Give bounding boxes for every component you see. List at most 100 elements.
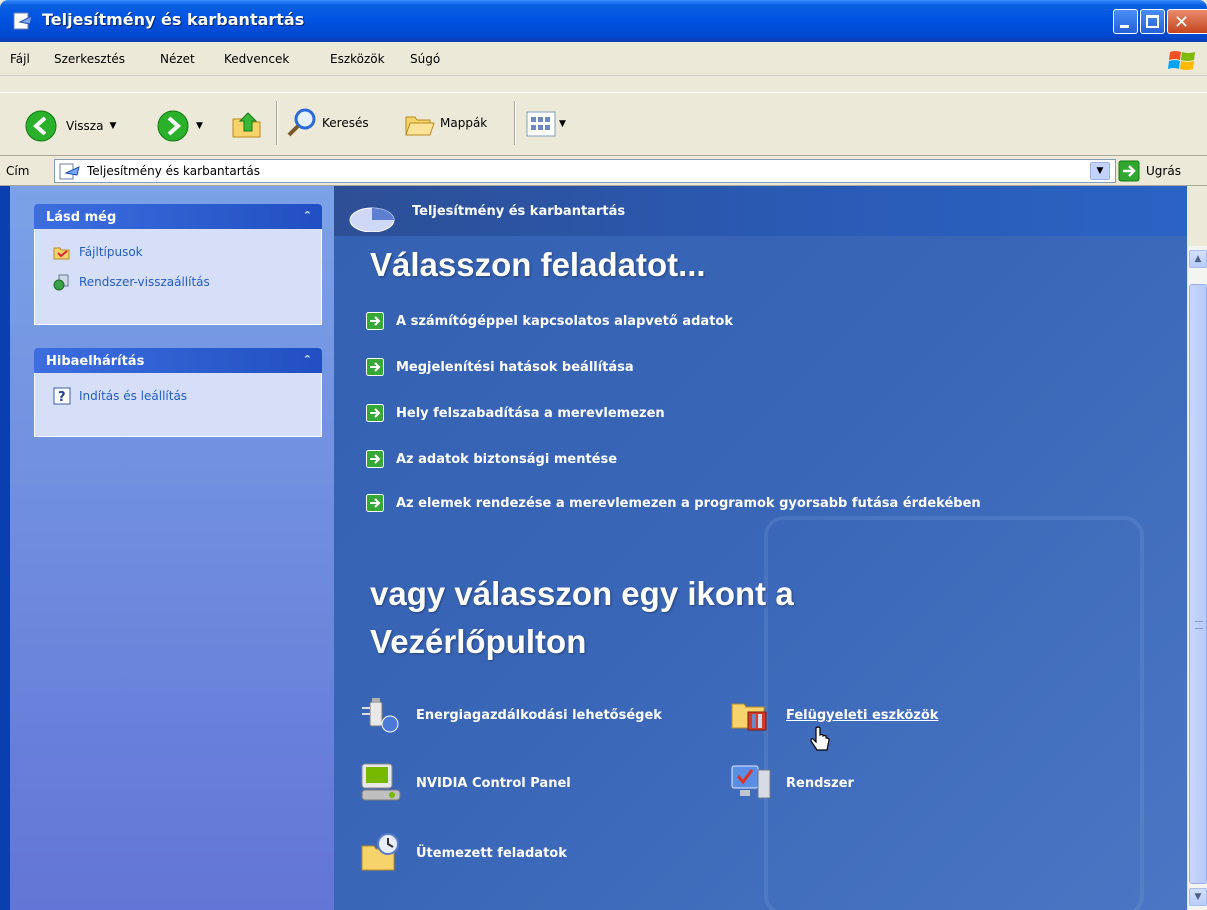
hand-cursor-icon	[810, 726, 830, 751]
go-button[interactable]: Ugrás	[1118, 160, 1181, 182]
windows-logo-icon	[1168, 51, 1195, 70]
menu-favorites[interactable]: Kedvencek	[224, 52, 289, 66]
forward-arrow-icon	[157, 110, 189, 142]
cp-scheduled-tasks[interactable]: Ütemezett feladatok	[360, 832, 567, 874]
system-icon	[731, 765, 771, 799]
see-also-panel: Lásd még ⌃ Fájltípusok Rendszer-visszaál…	[34, 204, 322, 325]
title-bar[interactable]: Teljesítmény és karbantartás ✕	[0, 0, 1207, 42]
back-label: Vissza	[66, 119, 104, 133]
troubleshooting-header[interactable]: Hibaelhárítás ⌃	[34, 348, 322, 373]
cp-label: Felügyeleti eszközök	[786, 707, 939, 723]
cp-power-options[interactable]: Energiagazdálkodási lehetőségek	[360, 694, 662, 736]
forward-button[interactable]: ▼	[156, 109, 203, 143]
task-link-free-space[interactable]: Hely felszabadítása a merevlemezen	[366, 404, 665, 422]
menu-view[interactable]: Nézet	[160, 52, 195, 66]
cp-system[interactable]: Rendszer	[730, 762, 854, 804]
pick-icon-heading: vagy válasszon egy ikont a Vezérlőpulton	[370, 575, 794, 660]
task-link-backup[interactable]: Az adatok biztonsági mentése	[366, 450, 617, 468]
address-value: Teljesítmény és karbantartás	[87, 164, 260, 178]
back-arrow-icon	[25, 110, 57, 142]
go-arrow-icon	[1118, 160, 1140, 182]
menu-bar: Fájl Szerkesztés Nézet Kedvencek Eszközö…	[0, 42, 1207, 76]
views-dropdown-icon[interactable]: ▼	[559, 119, 566, 129]
link-system-restore[interactable]: Rendszer-visszaállítás	[53, 273, 210, 291]
close-button[interactable]: ✕	[1167, 9, 1207, 34]
address-bar: Cím Teljesítmény és karbantartás ▼ Ugrás	[0, 156, 1207, 186]
cp-label: Rendszer	[786, 775, 854, 791]
svg-text:?: ?	[58, 390, 66, 405]
close-icon: ✕	[1174, 12, 1190, 33]
toolbar: Vissza ▼ ▼ Keresés Mappák ▼	[0, 92, 1207, 156]
views-icon	[526, 111, 556, 137]
folders-label: Mappák	[440, 116, 488, 130]
cp-admin-tools[interactable]: Felügyeleti eszközök	[730, 694, 938, 736]
power-options-icon	[362, 698, 399, 733]
cp-label: Energiagazdálkodási lehetőségek	[416, 707, 662, 723]
control-panel-small-icon	[59, 163, 80, 180]
window-title: Teljesítmény és karbantartás	[42, 10, 305, 29]
cp-nvidia[interactable]: NVIDIA Control Panel	[360, 762, 571, 804]
folders-icon	[405, 116, 435, 136]
scroll-up-icon[interactable]: ▲	[1189, 250, 1207, 268]
task-label: Megjelenítési hatások beállítása	[396, 359, 634, 375]
see-also-header[interactable]: Lásd még ⌃	[34, 204, 322, 229]
vertical-scrollbar[interactable]: ▲ ▼	[1187, 246, 1207, 910]
pick-task-heading: Válasszon feladatot...	[370, 246, 706, 283]
address-dropdown-icon[interactable]: ▼	[1090, 162, 1110, 180]
menu-help[interactable]: Súgó	[410, 52, 440, 66]
scroll-down-icon[interactable]: ▼	[1189, 888, 1207, 906]
task-arrow-icon	[366, 358, 384, 376]
folders-button[interactable]: Mappák	[404, 107, 487, 139]
menu-edit[interactable]: Szerkesztés	[54, 52, 125, 66]
address-field[interactable]: Teljesítmény és karbantartás	[54, 159, 1116, 183]
main-content: Teljesítmény és karbantartás Válasszon f…	[334, 186, 1187, 910]
task-link-computer-info[interactable]: A számítógéppel kapcsolatos alapvető ada…	[366, 312, 733, 330]
troubleshooting-panel: Hibaelhárítás ⌃ ? Indítás és leállítás	[34, 348, 322, 437]
task-label: Az elemek rendezése a merevlemezen a pro…	[396, 495, 981, 511]
back-button[interactable]: Vissza ▼	[24, 109, 116, 143]
back-dropdown-icon[interactable]: ▼	[109, 121, 116, 131]
file-types-label: Fájltípusok	[79, 245, 143, 259]
task-label: Hely felszabadítása a merevlemezen	[396, 405, 665, 421]
collapse-chevron-icon[interactable]: ⌃	[303, 353, 312, 366]
search-icon	[287, 108, 316, 137]
task-arrow-icon	[366, 494, 384, 512]
task-label: A számítógéppel kapcsolatos alapvető ada…	[396, 313, 733, 329]
task-label: Az adatok biztonsági mentése	[396, 451, 618, 467]
system-restore-icon	[53, 274, 69, 291]
up-folder-button[interactable]	[230, 107, 264, 141]
go-label: Ugrás	[1146, 164, 1181, 178]
menu-file[interactable]: Fájl	[10, 52, 30, 66]
task-link-visual-effects[interactable]: Megjelenítési hatások beállítása	[366, 358, 634, 376]
task-arrow-icon	[366, 404, 384, 422]
maximize-button[interactable]	[1140, 9, 1165, 34]
help-icon: ?	[53, 387, 71, 405]
control-panel-icon	[13, 12, 33, 30]
system-restore-label: Rendszer-visszaállítás	[79, 275, 210, 289]
task-pane: Lásd még ⌃ Fájltípusok Rendszer-visszaál…	[0, 186, 334, 910]
views-button[interactable]: ▼	[526, 111, 566, 137]
category-title: Teljesítmény és karbantartás	[412, 204, 626, 219]
up-folder-icon	[232, 112, 261, 138]
task-link-defragment[interactable]: Az elemek rendezése a merevlemezen a pro…	[366, 494, 981, 512]
minimize-button[interactable]	[1113, 9, 1138, 34]
collapse-chevron-icon[interactable]: ⌃	[303, 209, 312, 222]
performance-icon	[349, 207, 395, 232]
troubleshooting-title: Hibaelhárítás	[46, 354, 145, 369]
grip-icon	[1195, 621, 1203, 629]
link-startup-shutdown[interactable]: ? Indítás és leállítás	[53, 387, 187, 405]
address-label: Cím	[6, 164, 30, 178]
see-also-title: Lásd még	[46, 210, 117, 225]
search-label: Keresés	[322, 116, 369, 130]
menu-tools[interactable]: Eszközök	[330, 52, 385, 66]
category-header: Teljesítmény és karbantartás	[334, 186, 1187, 236]
link-file-types[interactable]: Fájltípusok	[53, 243, 143, 261]
scheduled-tasks-icon	[361, 833, 399, 871]
startup-shutdown-label: Indítás és leállítás	[79, 389, 188, 403]
file-types-icon	[53, 247, 70, 260]
search-button[interactable]: Keresés	[286, 107, 369, 139]
task-arrow-icon	[366, 312, 384, 330]
admin-tools-icon	[731, 703, 767, 731]
forward-dropdown-icon[interactable]: ▼	[196, 121, 203, 131]
scroll-thumb[interactable]	[1189, 284, 1207, 884]
